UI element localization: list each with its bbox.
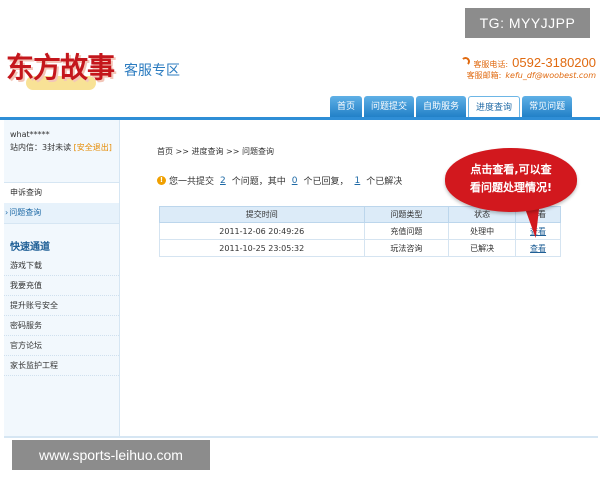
summary-prefix: 您一共提交 [169,177,215,187]
tab-self-service[interactable]: 自助服务 [416,96,467,118]
summary-suffix: 个已解决 [366,177,403,187]
quick-link-forum[interactable]: 官方论坛 [4,336,119,356]
info-icon: ! [157,176,166,185]
cell-status: 已解决 [448,239,517,257]
inbox-count[interactable]: 站内信：3封未读 [10,143,71,152]
cell-view: 查看 [515,239,561,257]
sidebar: what***** 站内信：3封未读 [安全退出] 申诉查询 问题查询 快速通道… [4,120,120,436]
logout-link[interactable]: [安全退出] [74,143,112,152]
phone-label: 客服电话: [473,60,509,69]
hint-bubble: 点击查看,可以查 看问题处理情况! [445,148,577,240]
summary-replied-count[interactable]: 0 [289,176,301,186]
tab-faq[interactable]: 常见问题 [522,96,573,118]
sidebar-item-issue-query[interactable]: 问题查询 [4,203,119,223]
quick-link-download[interactable]: 游戏下载 [4,256,119,276]
tab-progress-query[interactable]: 进度查询 [468,96,521,118]
watermark-top: TG: MYYJJPP [465,8,590,38]
hint-bubble-text: 点击查看,可以查 看问题处理情况! [469,163,553,194]
quick-links-title: 快速通道 [10,242,50,253]
cell-time: 2011-12-06 20:49:26 [159,222,365,240]
summary-mid2: 个已回复， [303,177,349,187]
username: what***** [10,130,50,139]
email-label: 客服邮箱: [466,71,502,80]
col-header-type: 问题类型 [363,206,450,223]
user-box: what***** 站内信：3封未读 [安全退出] [4,120,119,182]
contact-info: 客服电话: 0592-3180200 客服邮箱: kefu_df@woobest… [436,55,596,83]
quick-link-recharge[interactable]: 我要充值 [4,276,119,296]
sidebar-menu: 申诉查询 问题查询 [4,182,119,224]
phone-number: 0592-3180200 [512,55,596,70]
issue-table: 提交时间 问题类型 状态 查看 2011-12-06 20:49:26 充值问题… [159,206,561,257]
logo-title: 东方故事 [6,51,115,84]
col-header-time: 提交时间 [159,206,365,223]
footer-divider [4,436,598,438]
quick-link-password[interactable]: 密码服务 [4,316,119,336]
logo-subtitle: 客服专区 [124,63,180,79]
quick-link-account-security[interactable]: 提升账号安全 [4,296,119,316]
summary-mid1: 个问题，其中 [231,177,286,187]
main-nav: 首页 问题提交 自助服务 进度查询 常见问题 [330,96,600,118]
summary-total-count[interactable]: 2 [217,176,229,186]
inbox-status: 站内信：3封未读 [安全退出] [10,141,119,154]
cell-status: 处理中 [448,222,517,240]
email-row: 客服邮箱: kefu_df@woobest.com [467,70,596,81]
summary-solved-count[interactable]: 1 [352,176,364,186]
table-row: 2011-10-25 23:05:32 玩法咨询 已解决 查看 [159,239,561,257]
quick-link-parental-control[interactable]: 家长监护工程 [4,356,119,376]
view-link[interactable]: 查看 [530,244,546,253]
tab-home[interactable]: 首页 [330,96,363,118]
phone-icon [461,57,471,66]
table-row: 2011-12-06 20:49:26 充值问题 处理中 查看 [159,222,561,240]
tab-submit-issue[interactable]: 问题提交 [364,96,415,118]
cell-type: 玩法咨询 [363,239,450,257]
breadcrumb: 首页 >> 进度查询 >> 问题查询 [157,147,274,156]
cell-type: 充值问题 [363,222,450,240]
cell-time: 2011-10-25 23:05:32 [159,239,365,257]
logo[interactable]: 东方故事 客服专区 [6,40,186,102]
watermark-bottom: www.sports-leihuo.com [12,440,210,470]
phone-row: 客服电话: 0592-3180200 [461,55,596,70]
issue-summary: ! 您一共提交 2 个问题，其中 0 个已回复， 1 个已解决 [157,174,402,187]
sidebar-item-appeal-query[interactable]: 申诉查询 [4,183,119,203]
email-address[interactable]: kefu_df@woobest.com [505,71,596,80]
